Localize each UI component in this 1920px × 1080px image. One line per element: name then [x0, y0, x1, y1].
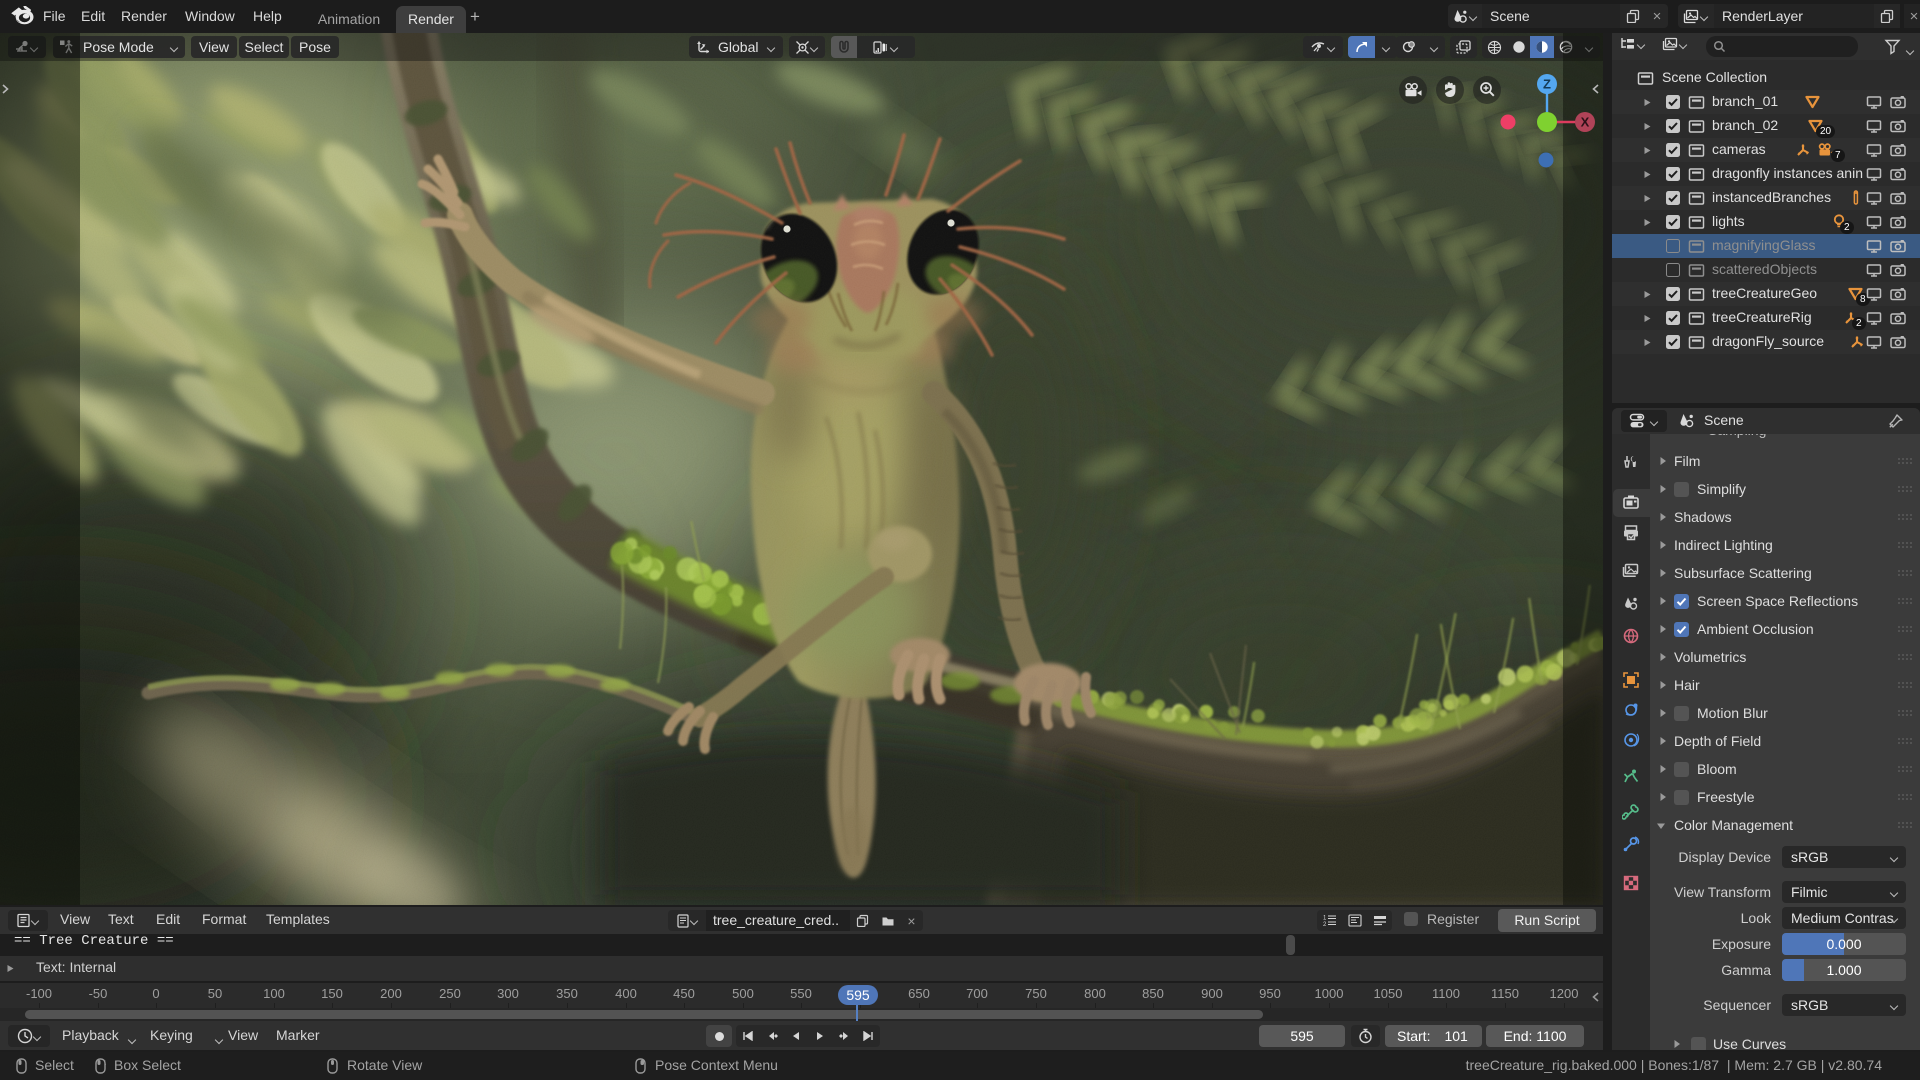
- svg-text:1: 1: [1323, 916, 1327, 922]
- svg-text:2: 2: [1323, 922, 1327, 927]
